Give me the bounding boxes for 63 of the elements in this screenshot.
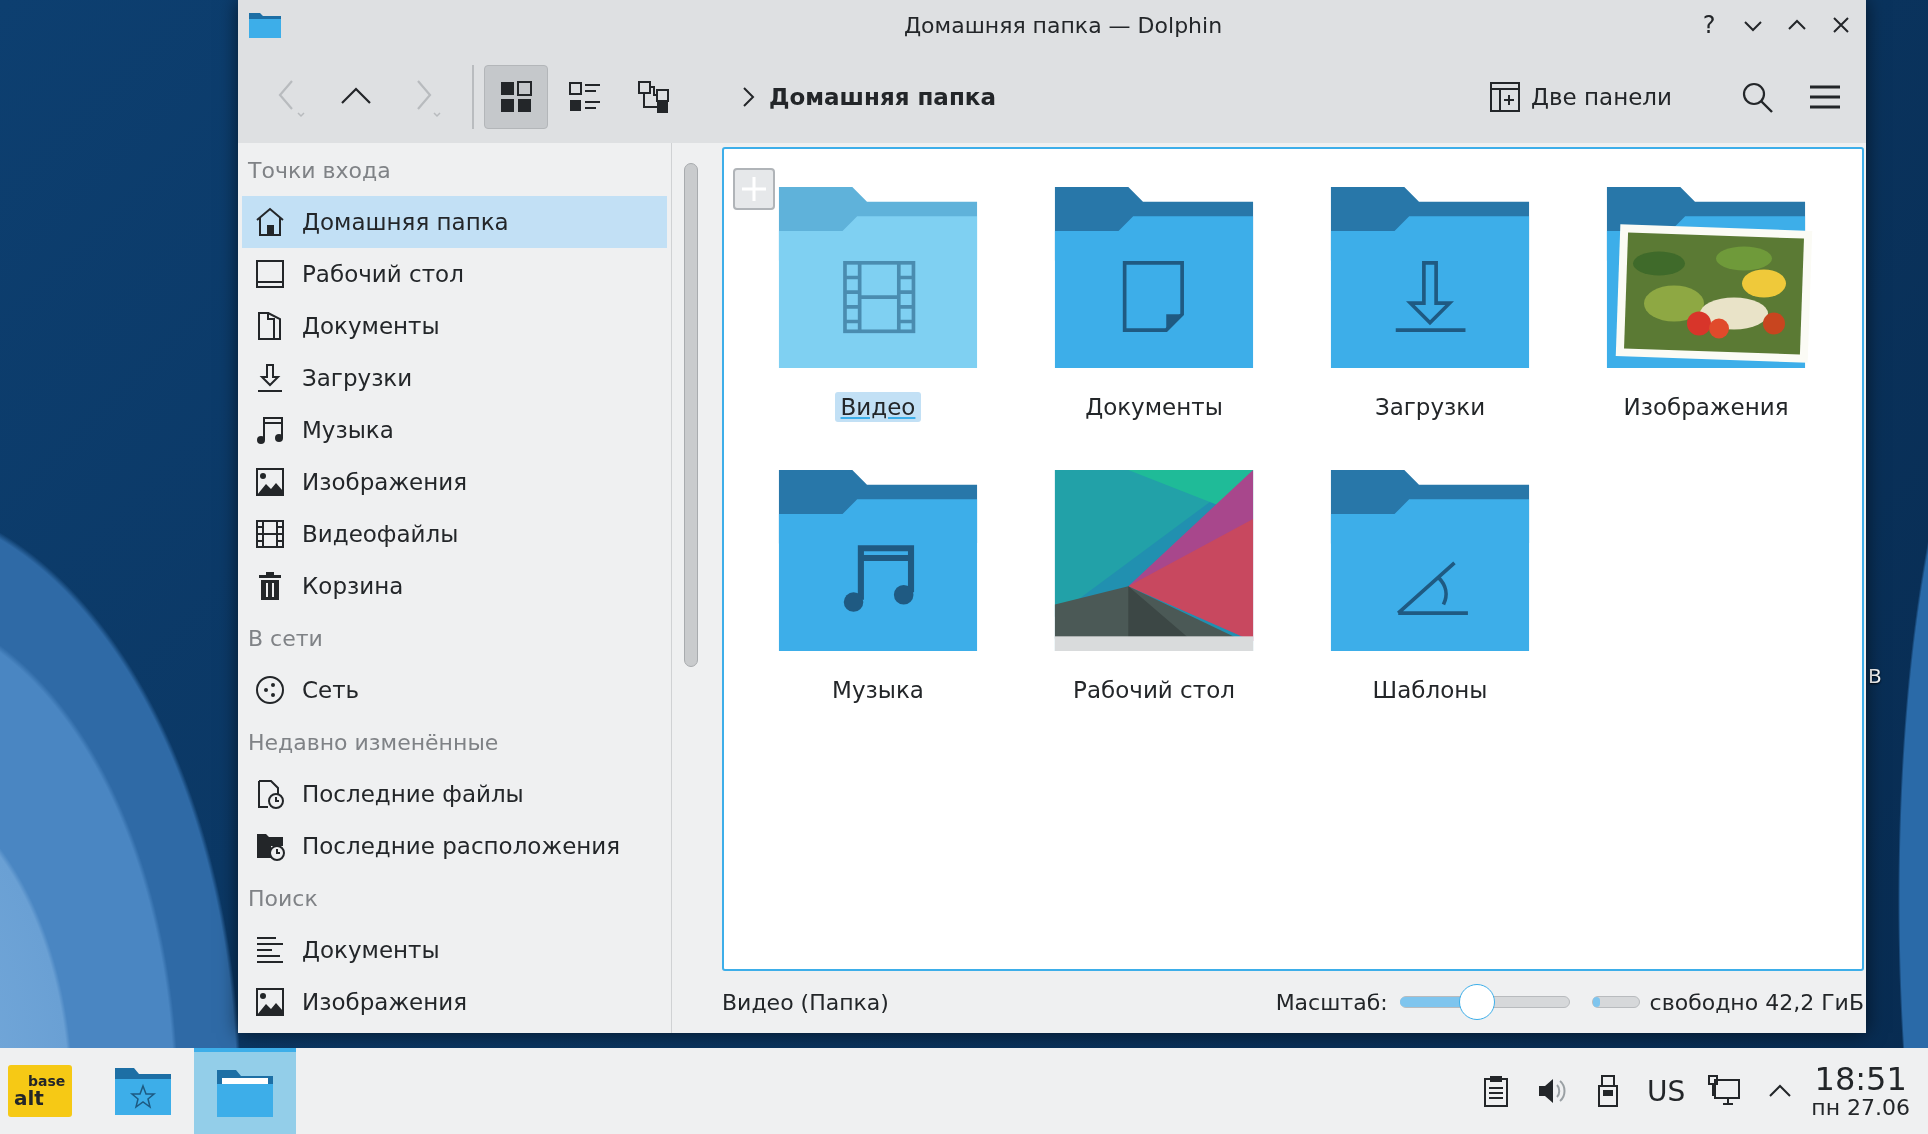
free-space-text: свободно 42,2 ГиБ: [1649, 989, 1864, 1015]
folder-star-icon: [114, 1066, 172, 1116]
sidebar-item[interactable]: Последние расположения: [242, 820, 667, 872]
music-note-icon: [254, 414, 286, 446]
folder-icon: [1330, 187, 1530, 368]
folder-icon: [216, 1068, 274, 1118]
sidebar-item[interactable]: Рабочий стол: [242, 248, 667, 300]
status-text: Видео (Папка): [722, 989, 889, 1015]
section-header: Поиск: [247, 884, 319, 913]
zoom-slider[interactable]: [1399, 984, 1570, 1020]
slider-handle[interactable]: [1459, 984, 1496, 1020]
home-icon: [254, 206, 286, 238]
file-name[interactable]: Загрузки: [1368, 392, 1492, 422]
file-name[interactable]: Изображения: [1617, 392, 1795, 422]
image-icon: [254, 986, 286, 1018]
section-header: Точки входа: [247, 156, 392, 185]
file-name[interactable]: Видео: [834, 392, 922, 422]
clock-time[interactable]: 18:51: [1814, 1062, 1907, 1097]
file-name[interactable]: Музыка: [826, 675, 930, 705]
text-lines-icon: [254, 934, 286, 966]
film-icon: [254, 518, 286, 550]
desktop-icon: [254, 258, 286, 290]
sidebar-item[interactable]: Сеть: [242, 664, 667, 716]
compact-view-icon: [568, 79, 602, 114]
sidebar-item[interactable]: Музыка: [242, 404, 667, 456]
sidebar-item[interactable]: Загрузки: [242, 352, 667, 404]
file-name[interactable]: Документы: [1079, 392, 1229, 422]
computer-icon[interactable]: [1707, 1074, 1742, 1108]
sidebar-item[interactable]: Домашняя папка: [242, 196, 667, 248]
sidebar-item[interactable]: Видеофайлы: [242, 508, 667, 560]
breadcrumb-item[interactable]: Домашняя папка: [769, 83, 996, 110]
grid-view-icon: [499, 79, 533, 114]
task-button[interactable]: [194, 1048, 296, 1134]
folder-icon: [778, 187, 978, 368]
section-header: В сети: [247, 624, 324, 653]
file-name[interactable]: Рабочий стол: [1067, 675, 1241, 705]
zoom-label: Масштаб:: [1275, 989, 1388, 1015]
section-header: Недавно изменённые: [247, 728, 500, 757]
network-icon: [254, 674, 286, 706]
select-toggle-icon[interactable]: [732, 167, 776, 211]
image-icon: [254, 466, 286, 498]
file-name[interactable]: Шаблоны: [1366, 675, 1494, 705]
clock-date[interactable]: пн 27.06: [1811, 1096, 1910, 1120]
window-title: Домашняя папка — Dolphin: [902, 12, 1224, 38]
keyboard-layout-indicator[interactable]: US: [1646, 1074, 1686, 1108]
sidebar-item[interactable]: Изображения: [242, 976, 667, 1028]
folder-icon: [1054, 187, 1254, 368]
view-mode-button[interactable]: [484, 64, 548, 129]
sidebar-item[interactable]: Корзина: [242, 560, 667, 612]
split-view-button[interactable]: Две панели: [1489, 80, 1672, 113]
folder-icon: [1330, 470, 1530, 651]
scrollbar[interactable]: [684, 163, 698, 667]
folder-icon: [248, 11, 282, 39]
app-launcher-button[interactable]: base alt: [8, 1065, 72, 1117]
help-button[interactable]: ?: [1694, 11, 1724, 39]
sidebar-item[interactable]: Документы: [242, 924, 667, 976]
sidebar-item[interactable]: Документы: [242, 300, 667, 352]
desktop-icon-label[interactable]: В: [1868, 664, 1882, 688]
sidebar-item[interactable]: Изображения: [242, 456, 667, 508]
folder-icon: [778, 470, 978, 651]
sidebar-item[interactable]: Последние файлы: [242, 768, 667, 820]
tree-view-icon: [637, 79, 671, 114]
split-panel-icon: [1489, 80, 1522, 113]
